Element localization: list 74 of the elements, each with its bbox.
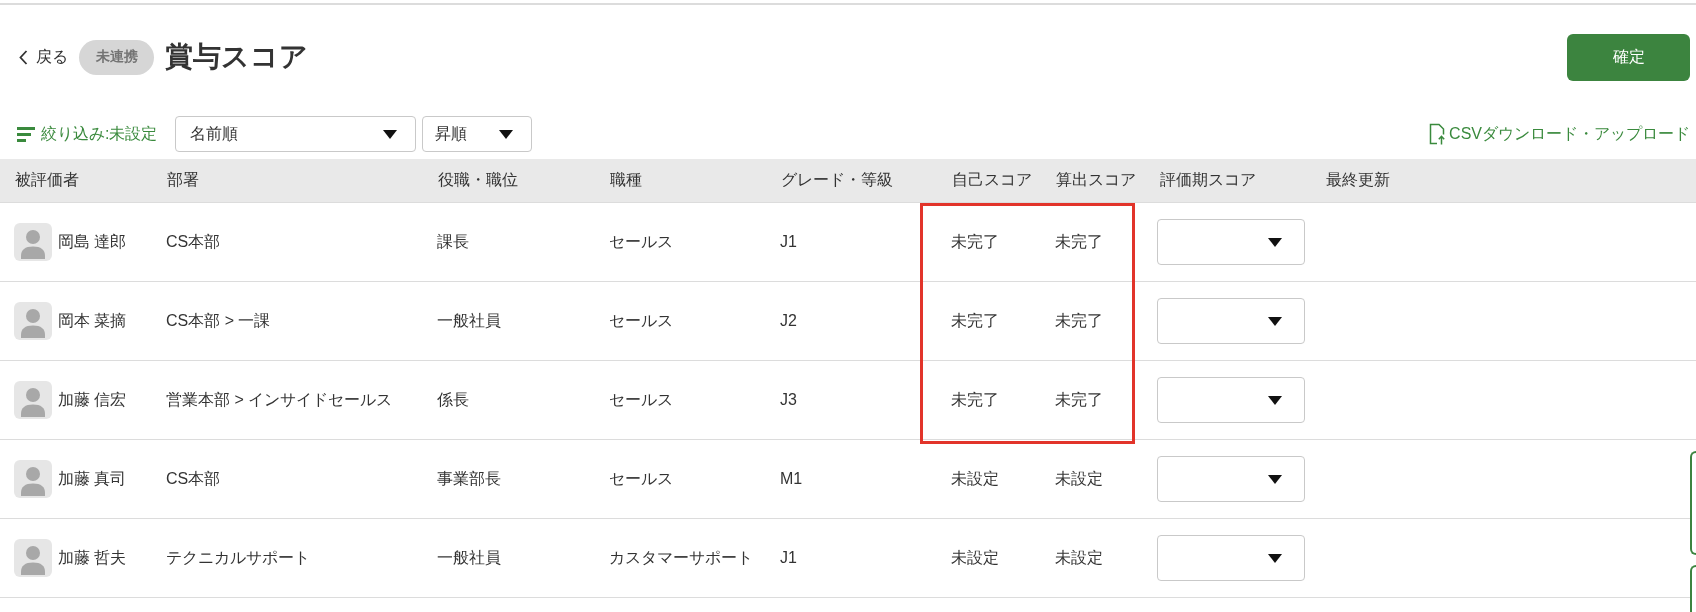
calculated-score-status: 未設定 [1055, 547, 1103, 568]
job-type: セールス [609, 231, 673, 252]
calculated-score-status: 未設定 [1055, 468, 1103, 489]
position-name: 係長 [437, 389, 469, 410]
employee-name: 岡島 達郎 [58, 231, 127, 252]
column-header: 最終更新 [1325, 170, 1391, 190]
employee-name: 加藤 真司 [58, 468, 127, 489]
column-header: 評価期スコア [1159, 170, 1257, 190]
grade-level: J2 [780, 312, 797, 330]
position-name: 一般社員 [437, 547, 501, 568]
column-header: 職種 [609, 170, 643, 190]
csv-link[interactable]: CSVダウンロード・アップロード [1429, 123, 1690, 145]
side-tab[interactable] [1690, 451, 1696, 555]
department-name: CS本部 [166, 468, 221, 489]
sort-field-select[interactable]: 名前順 [175, 116, 417, 152]
avatar-icon [14, 302, 52, 340]
column-header: グレード・等級 [780, 170, 894, 190]
caret-down-icon [1268, 316, 1282, 326]
column-header: 算出スコア [1055, 170, 1137, 190]
grade-level: M1 [780, 470, 803, 488]
avatar-icon [14, 381, 52, 419]
score-select[interactable] [1157, 219, 1305, 265]
calculated-score-status: 未完了 [1055, 389, 1103, 410]
filter-icon [17, 126, 35, 142]
score-select[interactable] [1157, 377, 1305, 423]
caret-down-icon [1268, 237, 1282, 247]
grade-level: J1 [780, 233, 797, 251]
page-title: 賞与スコア [165, 40, 308, 74]
position-name: 課長 [437, 231, 469, 252]
self-score-status: 未設定 [951, 468, 999, 489]
column-header: 部署 [166, 170, 200, 190]
score-select[interactable] [1157, 298, 1305, 344]
employee-name: 加藤 哲夫 [58, 547, 127, 568]
avatar-icon [14, 460, 52, 498]
self-score-status: 未設定 [951, 547, 999, 568]
department-name: CS本部 > 一課 [166, 310, 271, 331]
confirm-button[interactable]: 確定 [1567, 33, 1690, 81]
side-tab[interactable] [1690, 565, 1696, 612]
grade-level: J3 [780, 391, 797, 409]
caret-down-icon [1268, 395, 1282, 405]
job-type: セールス [609, 468, 673, 489]
employee-name: 岡本 菜摘 [58, 310, 127, 331]
caret-down-icon [499, 129, 514, 139]
position-name: 一般社員 [437, 310, 501, 331]
self-score-status: 未完了 [951, 310, 999, 331]
department-name: 営業本部 > インサイドセールス [166, 389, 393, 410]
score-select[interactable] [1157, 535, 1305, 581]
avatar-icon [14, 539, 52, 577]
filter-button[interactable]: 絞り込み:未設定 [17, 123, 158, 145]
file-upload-icon [1429, 123, 1447, 145]
caret-down-icon [1268, 474, 1282, 484]
calculated-score-status: 未完了 [1055, 310, 1103, 331]
self-score-status: 未完了 [951, 389, 999, 410]
chevron-left-icon [19, 49, 28, 65]
status-badge: 未連携 [79, 39, 154, 75]
self-score-status: 未完了 [951, 231, 999, 252]
column-header: 自己スコア [951, 170, 1033, 190]
column-header: 被評価者 [14, 170, 80, 190]
column-header: 役職・職位 [437, 170, 519, 190]
grade-level: J1 [780, 549, 797, 567]
caret-down-icon [1268, 553, 1282, 563]
employee-name: 加藤 信宏 [58, 389, 127, 410]
department-name: テクニカルサポート [166, 547, 310, 568]
caret-down-icon [383, 129, 398, 139]
calculated-score-status: 未完了 [1055, 231, 1103, 252]
back-link[interactable]: 戻る [19, 46, 68, 68]
position-name: 事業部長 [437, 468, 501, 489]
sort-order-select[interactable]: 昇順 [422, 116, 533, 152]
job-type: セールス [609, 310, 673, 331]
job-type: カスタマーサポート [609, 547, 753, 568]
avatar-icon [14, 223, 52, 261]
score-select[interactable] [1157, 456, 1305, 502]
job-type: セールス [609, 389, 673, 410]
department-name: CS本部 [166, 231, 221, 252]
